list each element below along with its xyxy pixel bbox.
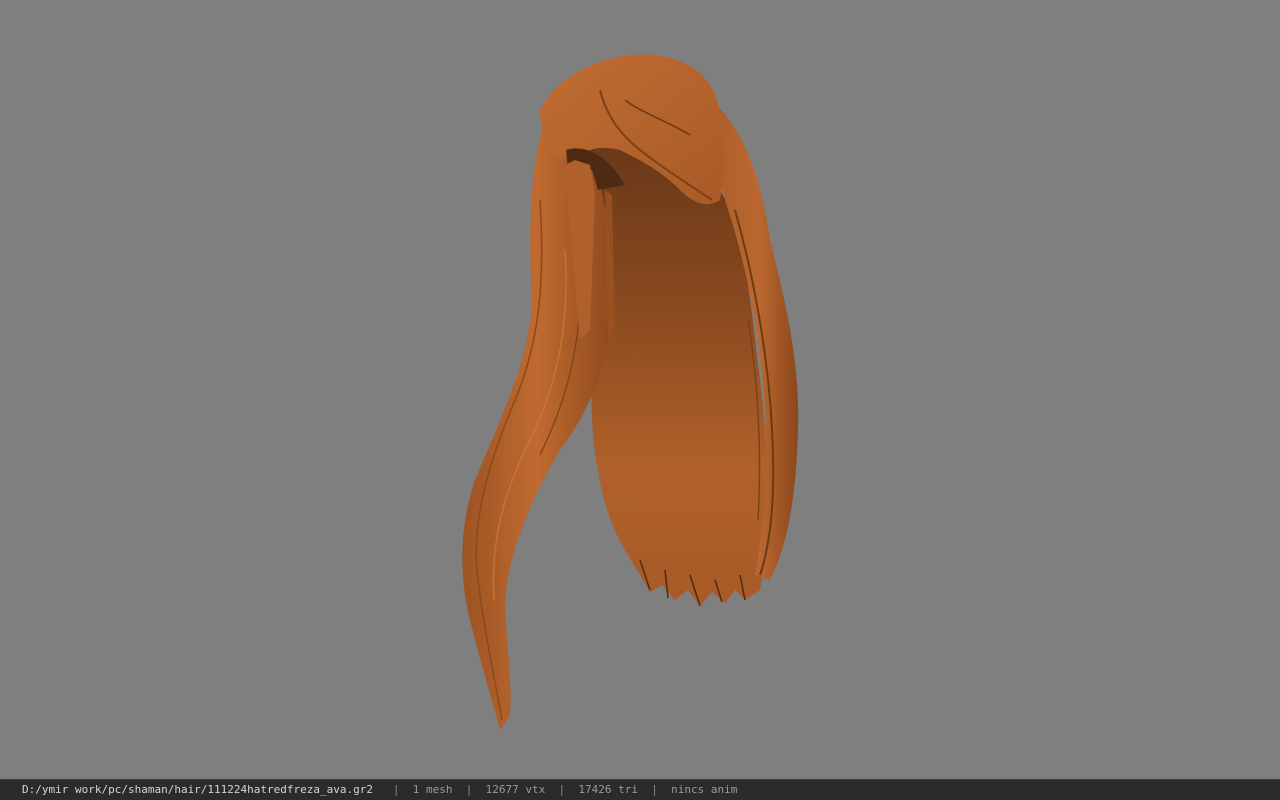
mesh-count: 1 mesh (412, 783, 453, 796)
animation-status: nincs anim (671, 783, 738, 796)
3d-viewport[interactable] (0, 0, 1280, 779)
hair-model-render[interactable] (0, 0, 1280, 779)
file-path: D:/ymir work/pc/shaman/hair/111224hatred… (22, 783, 373, 796)
vertex-count: 12677 vtx (485, 783, 546, 796)
separator: | (651, 783, 658, 796)
triangle-count: 17426 tri (578, 783, 638, 796)
separator: | (392, 783, 400, 796)
status-bar: D:/ymir work/pc/shaman/hair/111224hatred… (0, 779, 1280, 800)
